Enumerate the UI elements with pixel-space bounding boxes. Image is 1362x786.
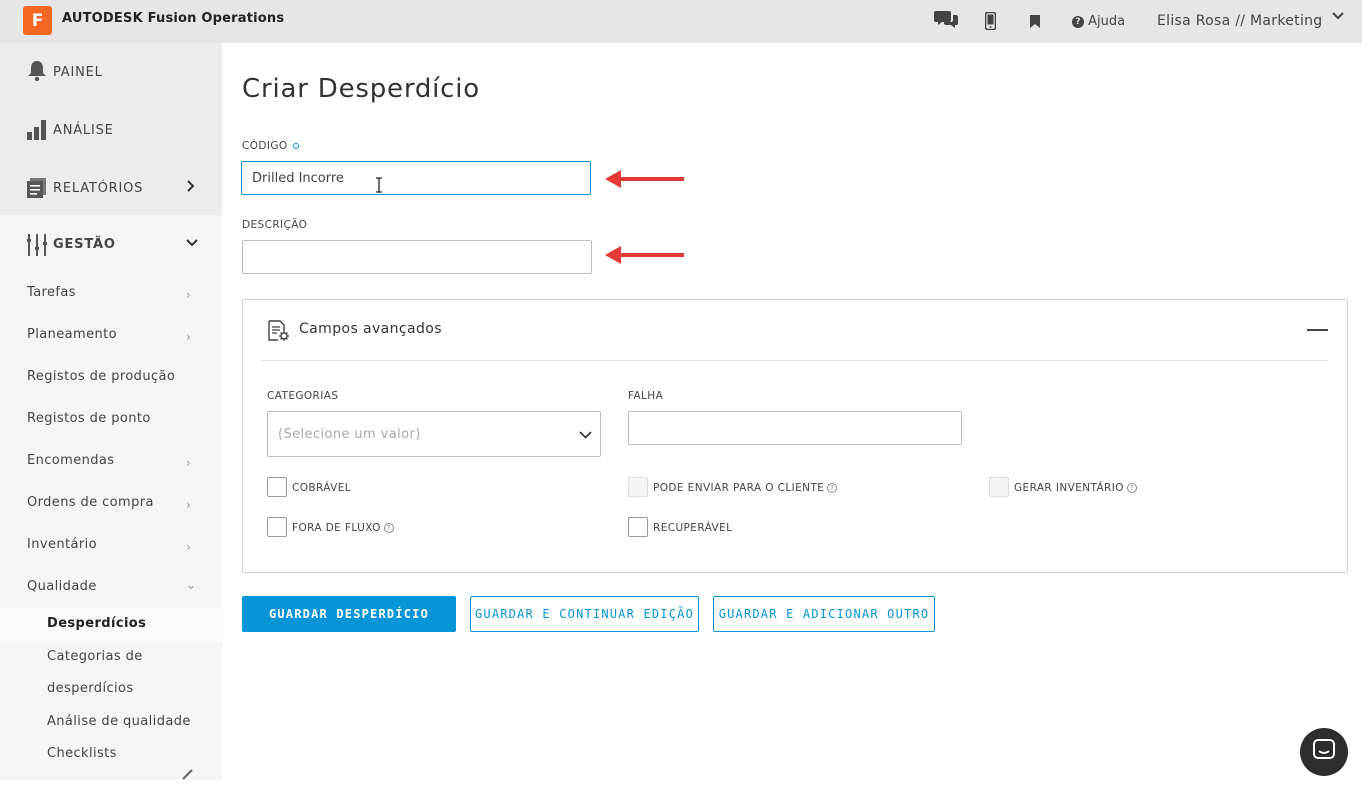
bell-icon xyxy=(27,60,47,82)
categories-placeholder: (Selecione um valor) xyxy=(278,426,421,442)
sidebar-item-analise-qualidade[interactable]: Análise de qualidade xyxy=(47,714,191,729)
out-of-flow-text: FORA DE FLUXO xyxy=(292,522,381,534)
sidebar-item-categorias-desperdicios[interactable]: Categorias de xyxy=(47,649,143,664)
chevron-down-icon: ⌄ xyxy=(186,578,197,592)
billable-checkbox[interactable] xyxy=(267,477,287,497)
mobile-icon[interactable] xyxy=(984,11,997,34)
sidebar-item-gestao[interactable]: GESTÃO xyxy=(0,215,222,273)
sidebar-item-inventario[interactable]: Inventário xyxy=(27,537,97,552)
code-label-text: CÓDIGO xyxy=(242,140,288,152)
billable-label: COBRÁVEL xyxy=(292,482,352,494)
failure-label: FALHA xyxy=(628,390,664,402)
save-waste-button[interactable]: GUARDAR DESPERDÍCIO xyxy=(242,596,456,632)
chat-launcher-button[interactable] xyxy=(1300,728,1348,776)
bar-chart-icon xyxy=(27,120,47,140)
categories-label: CATEGORIAS xyxy=(267,390,339,402)
annotation-arrow-icon xyxy=(605,170,684,188)
help-icon: ? xyxy=(1072,15,1084,28)
save-continue-button[interactable]: GUARDAR E CONTINUAR EDIÇÃO xyxy=(470,596,699,632)
can-send-text: PODE ENVIAR PARA O CLIENTE xyxy=(653,482,825,494)
chevron-down-icon xyxy=(186,236,198,252)
advanced-fields-title: Campos avançados xyxy=(299,321,442,337)
document-settings-icon xyxy=(267,320,291,342)
sidebar: PAINEL ANÁLISE RELATÓRIOS GESTÃO Tarefas… xyxy=(0,43,222,780)
sidebar-label: PAINEL xyxy=(53,64,103,80)
chevron-right-icon xyxy=(186,180,196,196)
help-circle-icon[interactable]: ? xyxy=(1126,483,1137,493)
can-send-label: PODE ENVIAR PARA O CLIENTE? xyxy=(653,482,838,494)
sidebar-item-qualidade[interactable]: Qualidade xyxy=(27,579,97,594)
required-indicator-icon xyxy=(292,143,299,149)
out-of-flow-label: FORA DE FLUXO? xyxy=(292,522,394,534)
out-of-flow-checkbox[interactable] xyxy=(267,517,287,537)
sidebar-item-relatorios[interactable]: RELATÓRIOS xyxy=(0,159,222,217)
chevron-down-icon xyxy=(579,429,592,440)
sidebar-label: RELATÓRIOS xyxy=(53,180,144,196)
logo-letter: F xyxy=(31,10,44,31)
user-menu[interactable]: Elisa Rosa // Marketing xyxy=(1157,13,1323,29)
recoverable-label: RECUPERÁVEL xyxy=(653,522,733,534)
advanced-fields-panel: Campos avançados CATEGORIAS (Selecione u… xyxy=(242,299,1348,573)
sidebar-item-checklists[interactable]: Checklists xyxy=(47,746,117,761)
chevron-right-icon: › xyxy=(186,330,191,344)
sidebar-item-registos-producao[interactable]: Registos de produção xyxy=(27,369,175,384)
sidebar-item-painel[interactable]: PAINEL xyxy=(0,43,222,101)
code-label: CÓDIGO xyxy=(242,140,299,152)
failure-input[interactable] xyxy=(628,411,962,445)
sidebar-item-ordens-compra[interactable]: Ordens de compra xyxy=(27,495,154,510)
chevron-right-icon: › xyxy=(186,498,191,512)
sidebar-item-planeamento[interactable]: Planeamento xyxy=(27,327,117,342)
sidebar-item-registos-ponto[interactable]: Registos de ponto xyxy=(27,411,151,426)
page-title: Criar Desperdício xyxy=(242,74,481,104)
sidebar-item-desperdicios[interactable]: Desperdícios xyxy=(47,616,146,631)
sidebar-item-encomendas[interactable]: Encomendas xyxy=(27,453,114,468)
sliders-icon xyxy=(27,234,47,256)
chat-icon xyxy=(1313,739,1335,765)
gen-inventory-checkbox[interactable] xyxy=(989,477,1009,497)
categories-select[interactable]: (Selecione um valor) xyxy=(267,411,601,457)
help-label: Ajuda xyxy=(1088,14,1126,29)
collapse-sidebar-icon[interactable] xyxy=(180,767,194,786)
gen-inventory-label: GERAR INVENTÁRIO? xyxy=(1014,482,1137,494)
brand-name: AUTODESK Fusion Operations xyxy=(62,11,285,26)
help-link[interactable]: ? Ajuda xyxy=(1072,14,1125,29)
chevron-right-icon: › xyxy=(186,540,191,554)
chat-bubbles-icon[interactable] xyxy=(934,9,958,33)
chevron-right-icon: › xyxy=(186,456,191,470)
panel-divider xyxy=(261,360,1328,361)
bookmark-icon[interactable] xyxy=(1030,14,1040,32)
annotation-arrow-icon xyxy=(605,246,684,264)
sidebar-item-tarefas[interactable]: Tarefas xyxy=(27,285,76,300)
code-input[interactable]: Drilled Incorre xyxy=(241,161,591,195)
chevron-down-icon[interactable] xyxy=(1331,9,1345,27)
collapse-panel-icon[interactable] xyxy=(1307,329,1328,331)
help-circle-icon[interactable]: ? xyxy=(383,523,394,533)
can-send-checkbox[interactable] xyxy=(628,477,648,497)
gen-inventory-text: GERAR INVENTÁRIO xyxy=(1014,482,1124,494)
sidebar-label: ANÁLISE xyxy=(53,122,114,138)
sidebar-label: GESTÃO xyxy=(53,236,116,252)
description-input[interactable] xyxy=(242,240,592,274)
recoverable-checkbox[interactable] xyxy=(628,517,648,537)
description-label: DESCRIÇÃO xyxy=(242,219,308,231)
save-add-another-button[interactable]: GUARDAR E ADICIONAR OUTRO xyxy=(713,596,935,632)
top-bar: F AUTODESK Fusion Operations ? Ajuda Eli… xyxy=(0,0,1362,43)
reports-icon xyxy=(27,178,47,198)
sidebar-item-categorias-desperdicios-line2[interactable]: desperdícios xyxy=(47,681,134,696)
chevron-right-icon: › xyxy=(186,288,191,302)
text-cursor-icon xyxy=(375,177,383,197)
app-logo[interactable]: F xyxy=(23,6,52,35)
sidebar-item-analise[interactable]: ANÁLISE xyxy=(0,101,222,159)
help-circle-icon[interactable]: ? xyxy=(827,483,838,493)
